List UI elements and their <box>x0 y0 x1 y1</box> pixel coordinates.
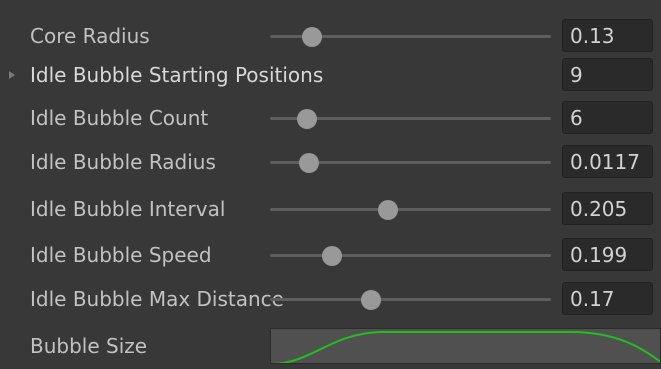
slider-thumb[interactable] <box>321 246 342 266</box>
idle-bubble-interval-field[interactable]: 0.205 <box>562 192 653 225</box>
slider-thumb[interactable] <box>378 200 399 220</box>
core-radius-field[interactable]: 0.13 <box>562 19 653 52</box>
idle-bubble-speed-field[interactable]: 0.199 <box>562 238 653 271</box>
idle-bubble-speed-row: Idle Bubble Speed 0.199 <box>0 232 661 278</box>
idle-bubble-speed-slider[interactable] <box>270 232 551 278</box>
core-radius-label: Core Radius <box>30 24 150 48</box>
idle-bubble-interval-slider[interactable] <box>270 186 551 232</box>
idle-bubble-count-row: Idle Bubble Count 6 <box>0 95 661 141</box>
bubble-size-row: Bubble Size <box>0 323 661 369</box>
slider-thumb[interactable] <box>299 153 320 173</box>
slider-track <box>270 208 551 211</box>
slider-track <box>270 298 551 301</box>
slider-thumb[interactable] <box>302 27 323 47</box>
idle-bubble-max-distance-slider[interactable] <box>270 276 551 322</box>
idle-bubble-radius-label: Idle Bubble Radius <box>30 150 216 174</box>
idle-bubble-interval-label: Idle Bubble Interval <box>30 197 226 221</box>
idle-bubble-max-distance-label: Idle Bubble Max Distance <box>30 287 284 311</box>
idle-bubble-radius-slider[interactable] <box>270 139 551 185</box>
idle-bubble-count-field[interactable]: 6 <box>562 101 653 134</box>
idle-bubble-max-distance-field[interactable]: 0.17 <box>562 282 653 315</box>
slider-thumb[interactable] <box>296 109 317 129</box>
idle-bubble-starting-positions-label: Idle Bubble Starting Positions <box>30 63 324 87</box>
slider-track <box>270 254 551 257</box>
inspector-panel: Core Radius 0.13 Idle Bubble Starting Po… <box>0 0 661 364</box>
curve-line <box>271 331 660 363</box>
bubble-size-curve-field[interactable] <box>270 328 661 364</box>
idle-bubble-interval-row: Idle Bubble Interval 0.205 <box>0 186 661 232</box>
bubble-size-label: Bubble Size <box>30 334 148 358</box>
idle-bubble-radius-field[interactable]: 0.0117 <box>562 145 653 178</box>
slider-thumb[interactable] <box>361 290 382 310</box>
idle-bubble-count-slider[interactable] <box>270 95 551 141</box>
idle-bubble-starting-positions-size-field[interactable]: 9 <box>562 58 653 91</box>
idle-bubble-max-distance-row: Idle Bubble Max Distance 0.17 <box>0 276 661 322</box>
idle-bubble-starting-positions-row[interactable]: Idle Bubble Starting Positions 9 <box>0 52 661 98</box>
idle-bubble-radius-row: Idle Bubble Radius 0.0117 <box>0 139 661 185</box>
idle-bubble-speed-label: Idle Bubble Speed <box>30 243 212 267</box>
curve-preview <box>271 331 660 363</box>
foldout-arrow-icon[interactable] <box>9 71 15 79</box>
idle-bubble-count-label: Idle Bubble Count <box>30 106 209 130</box>
